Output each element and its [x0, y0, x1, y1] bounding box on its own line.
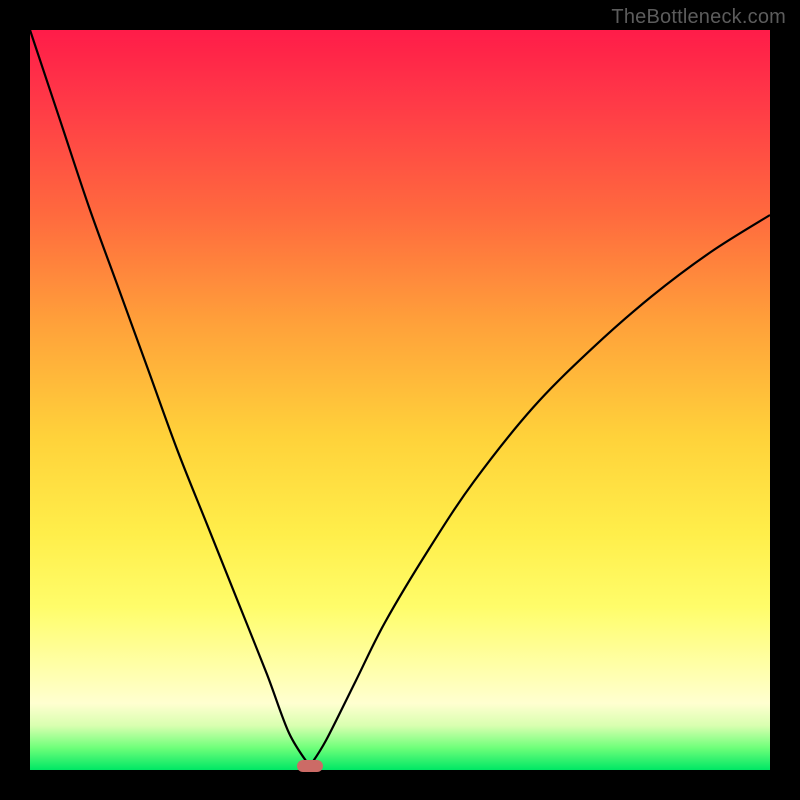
bottleneck-curve	[30, 30, 770, 770]
minimum-marker	[297, 760, 323, 772]
curve-right-branch	[310, 215, 770, 766]
watermark-text: TheBottleneck.com	[611, 6, 786, 29]
plot-area	[30, 30, 770, 770]
chart-frame: TheBottleneck.com	[0, 0, 800, 800]
curve-left-branch	[30, 30, 310, 766]
